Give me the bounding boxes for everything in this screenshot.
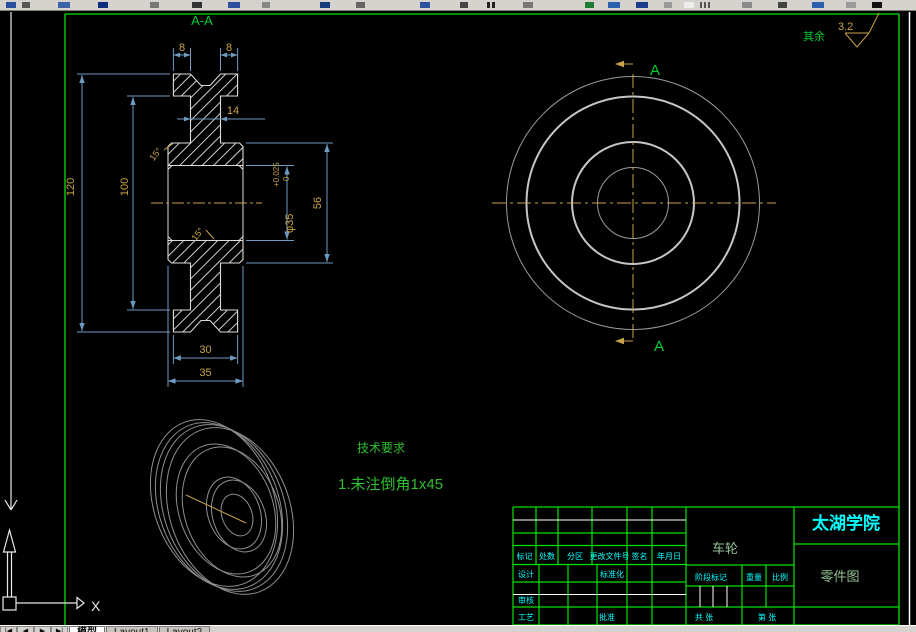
dim-rim-width: 30 (199, 344, 211, 356)
dim-groove-left: 8 (179, 42, 185, 54)
section-view-title: A-A (191, 13, 213, 28)
th-change-file: 更改文件号 (590, 551, 630, 561)
dim-rim-inner-dia: 100 (119, 178, 131, 196)
section-view: 120 100 8 8 14 56 φ35 +0.025 0 30 35 15°… (65, 13, 333, 387)
label-audit: 审核 (518, 595, 534, 605)
surface-finish-note: 其余 3.2 (803, 12, 880, 48)
front-view-centerlines (492, 74, 776, 342)
dim-bore-group: φ35 +0.025 0 (272, 162, 296, 233)
th-signature: 签名 (632, 551, 648, 561)
dim-web-width: 14 (227, 105, 239, 117)
ucs-origin-box (2, 596, 17, 611)
label-approve: 批准 (599, 612, 615, 622)
label-design: 设计 (518, 569, 534, 579)
dim-bore-tol-upper: +0.025 (272, 162, 281, 187)
section-upper-half (167, 73, 244, 167)
ucs-x-label: X (91, 598, 101, 614)
tab-nav-first-icon[interactable]: |◀ (0, 626, 17, 632)
tech-req-item: 1.未注倒角1x45 (338, 476, 443, 493)
th-count: 处数 (539, 551, 555, 561)
section-mark-bottom: A (654, 338, 664, 355)
dim-groove-right: 8 (226, 42, 232, 54)
tech-req-title: 技术要求 (357, 441, 405, 455)
dim-bore-tol-lower: 0 (282, 176, 291, 181)
label-scale: 比例 (772, 572, 788, 582)
dim-chamfer-top: 15° (148, 145, 165, 162)
tab-model[interactable]: 模型 (69, 626, 105, 632)
part-name: 车轮 (712, 541, 738, 556)
surface-roughness-value: 3.2 (838, 21, 853, 33)
iso-axis-line (185, 494, 247, 524)
technical-requirements: 技术要求 1.未注倒角1x45 (338, 441, 443, 493)
label-sheet-no: 第 张 (758, 612, 776, 622)
tab-nav-prev-icon[interactable]: ◀ (17, 626, 34, 632)
section-lower-half (167, 239, 244, 333)
th-date: 年月日 (657, 551, 681, 561)
tab-nav-next-icon[interactable]: ▶ (34, 626, 51, 632)
tab-nav-last-icon[interactable]: ▶| (51, 626, 68, 632)
layout-tab-bar: |◀ ◀ ▶ ▶| 模型 Layout1 Layout2 (0, 625, 916, 632)
label-weight: 重量 (746, 572, 762, 582)
label-process: 工艺 (518, 613, 534, 622)
application-window: 120 100 8 8 14 56 φ35 +0.025 0 30 35 15°… (0, 0, 916, 632)
label-total-sheets: 共 张 (695, 613, 713, 622)
tab-layout2[interactable]: Layout2 (158, 626, 211, 632)
front-view: A A (492, 60, 776, 355)
surface-prefix: 其余 (803, 29, 825, 43)
model-space-canvas[interactable]: 120 100 8 8 14 56 φ35 +0.025 0 30 35 15°… (0, 0, 916, 632)
company-name: 太湖学院 (812, 513, 880, 533)
section-mark-top: A (650, 62, 660, 79)
dim-outer-dia: 120 (65, 178, 77, 196)
title-block: 标记 处数 分区 更改文件号 签名 年月日 设计 标准化 审核 工艺 批准 阶段… (512, 506, 899, 626)
ucs-x-arrow (76, 596, 85, 610)
label-standard: 标准化 (600, 569, 624, 579)
isometric-view (149, 419, 295, 595)
th-mark: 标记 (517, 551, 533, 561)
dim-bore: φ35 (284, 214, 296, 233)
ucs-up-arrow (2, 527, 17, 553)
dim-hub-dia: 56 (312, 197, 324, 209)
ucs-icon: X (2, 12, 101, 614)
label-stage: 阶段标记 (695, 572, 727, 582)
tab-layout1[interactable]: Layout1 (106, 626, 158, 632)
dim-hub-width: 35 (199, 367, 211, 379)
doc-type: 零件图 (820, 569, 859, 584)
th-zone: 分区 (567, 552, 583, 561)
